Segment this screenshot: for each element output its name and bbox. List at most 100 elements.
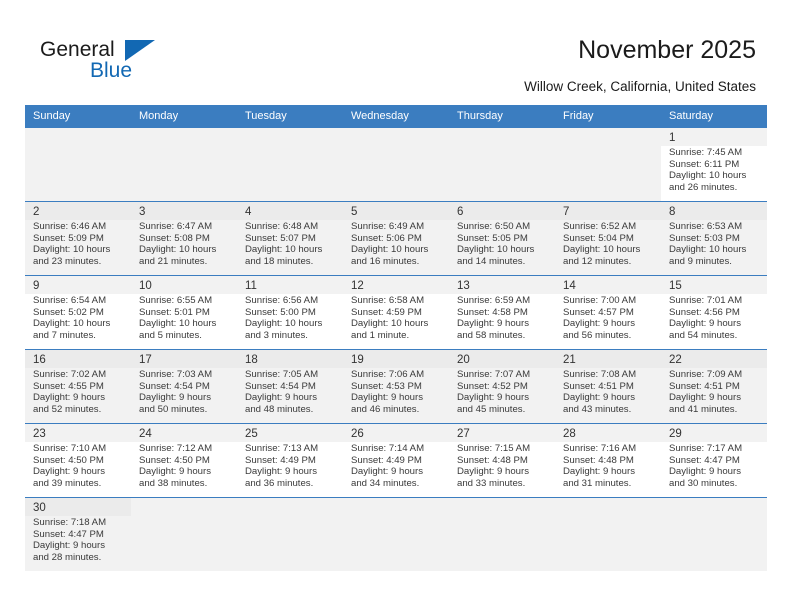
sunrise-text: Sunrise: 7:05 AM (245, 369, 319, 380)
day-cell-22[interactable]: 22 Sunrise: 7:09 AM Sunset: 4:51 PM Dayligh… (661, 350, 767, 423)
empty-day (131, 128, 237, 201)
day-number: 13 (449, 276, 555, 294)
page-header: General Blue November 2025 Willow Creek,… (0, 0, 792, 100)
day-cell-9[interactable]: 9 Sunrise: 6:54 AM Sunset: 5:02 PM Daylight… (25, 276, 131, 349)
day-cell-25[interactable]: 25 Sunrise: 7:13 AM Sunset: 4:49 PM Dayligh… (237, 424, 343, 497)
brand-logo[interactable]: General Blue (40, 38, 220, 86)
daylight-text-line1: Daylight: 9 hours (669, 318, 741, 330)
calendar-week-row: 30 Sunrise: 7:18 AM Sunset: 4:47 PM Dayligh… (25, 497, 767, 571)
day-cell-26[interactable]: 26 Sunrise: 7:14 AM Sunset: 4:49 PM Dayligh… (343, 424, 449, 497)
day-cell-17[interactable]: 17 Sunrise: 7:03 AM Sunset: 4:54 PM Dayligh… (131, 350, 237, 423)
day-number: 24 (131, 424, 237, 442)
daylight-text-line2: and 58 minutes. (457, 329, 526, 341)
daylight-text-line2: and 23 minutes. (33, 255, 102, 267)
calendar-day-cell: 25 Sunrise: 7:13 AM Sunset: 4:49 PM Dayligh… (237, 423, 343, 498)
calendar-day-cell: 19 Sunrise: 7:06 AM Sunset: 4:53 PM Dayligh… (343, 349, 449, 424)
calendar-cell-empty (343, 127, 449, 202)
sunset-text: Sunset: 4:50 PM (139, 454, 210, 466)
day-cell-14[interactable]: 14 Sunrise: 7:00 AM Sunset: 4:57 PM Dayligh… (555, 276, 661, 349)
daylight-text-line1: Daylight: 9 hours (33, 392, 105, 404)
sunrise-text: Sunrise: 7:09 AM (669, 369, 743, 380)
sunset-text: Sunset: 4:48 PM (457, 454, 528, 466)
day-cell-12[interactable]: 12 Sunrise: 6:58 AM Sunset: 4:59 PM Dayligh… (343, 276, 449, 349)
sunrise-text: Sunrise: 7:02 AM (33, 369, 107, 380)
calendar-cell-empty (343, 497, 449, 571)
day-cell-16[interactable]: 16 Sunrise: 7:02 AM Sunset: 4:55 PM Dayligh… (25, 350, 131, 423)
daylight-text-line2: and 46 minutes. (351, 403, 420, 415)
day-cell-7[interactable]: 7 Sunrise: 6:52 AM Sunset: 5:04 PM Daylight… (555, 202, 661, 275)
day-details: Sunrise: 6:58 AM Sunset: 4:59 PM Daylight:… (343, 294, 449, 341)
day-cell-1[interactable]: 1 Sunrise: 7:45 AM Sunset: 6:11 PM Daylight… (661, 128, 767, 201)
day-cell-11[interactable]: 11 Sunrise: 6:56 AM Sunset: 5:00 PM Dayligh… (237, 276, 343, 349)
sunset-text: Sunset: 4:56 PM (669, 306, 740, 318)
day-cell-3[interactable]: 3 Sunrise: 6:47 AM Sunset: 5:08 PM Daylight… (131, 202, 237, 275)
day-details: Sunrise: 7:01 AM Sunset: 4:56 PM Daylight:… (661, 294, 767, 341)
day-cell-4[interactable]: 4 Sunrise: 6:48 AM Sunset: 5:07 PM Daylight… (237, 202, 343, 275)
sunset-text: Sunset: 4:57 PM (563, 306, 634, 318)
day-cell-10[interactable]: 10 Sunrise: 6:55 AM Sunset: 5:01 PM Dayligh… (131, 276, 237, 349)
day-details: Sunrise: 7:12 AM Sunset: 4:50 PM Daylight:… (131, 442, 237, 489)
daylight-text-line1: Daylight: 10 hours (245, 318, 323, 330)
day-cell-28[interactable]: 28 Sunrise: 7:16 AM Sunset: 4:48 PM Dayligh… (555, 424, 661, 497)
calendar-cell-empty (449, 497, 555, 571)
day-cell-24[interactable]: 24 Sunrise: 7:12 AM Sunset: 4:50 PM Dayligh… (131, 424, 237, 497)
day-cell-6[interactable]: 6 Sunrise: 6:50 AM Sunset: 5:05 PM Daylight… (449, 202, 555, 275)
day-number: 30 (25, 498, 131, 516)
page-subtitle: Willow Creek, California, United States (524, 79, 756, 94)
daylight-text-line1: Daylight: 9 hours (563, 318, 635, 330)
day-details: Sunrise: 6:55 AM Sunset: 5:01 PM Daylight:… (131, 294, 237, 341)
day-cell-20[interactable]: 20 Sunrise: 7:07 AM Sunset: 4:52 PM Dayligh… (449, 350, 555, 423)
sunrise-text: Sunrise: 6:50 AM (457, 221, 531, 232)
day-number: 17 (131, 350, 237, 368)
sunrise-text: Sunrise: 6:58 AM (351, 295, 425, 306)
day-cell-27[interactable]: 27 Sunrise: 7:15 AM Sunset: 4:48 PM Dayligh… (449, 424, 555, 497)
sunset-text: Sunset: 4:59 PM (351, 306, 422, 318)
calendar-day-cell: 27 Sunrise: 7:15 AM Sunset: 4:48 PM Dayligh… (449, 423, 555, 498)
day-cell-18[interactable]: 18 Sunrise: 7:05 AM Sunset: 4:54 PM Dayligh… (237, 350, 343, 423)
day-details: Sunrise: 6:48 AM Sunset: 5:07 PM Daylight:… (237, 220, 343, 267)
sunset-text: Sunset: 4:50 PM (33, 454, 104, 466)
day-cell-5[interactable]: 5 Sunrise: 6:49 AM Sunset: 5:06 PM Daylight… (343, 202, 449, 275)
calendar-week-row: 9 Sunrise: 6:54 AM Sunset: 5:02 PM Daylight… (25, 275, 767, 350)
day-cell-2[interactable]: 2 Sunrise: 6:46 AM Sunset: 5:09 PM Daylight… (25, 202, 131, 275)
day-details: Sunrise: 7:17 AM Sunset: 4:47 PM Daylight:… (661, 442, 767, 489)
day-number: 5 (343, 202, 449, 220)
sunset-text: Sunset: 4:52 PM (457, 380, 528, 392)
calendar-cell-empty (661, 497, 767, 571)
day-cell-30[interactable]: 30 Sunrise: 7:18 AM Sunset: 4:47 PM Dayligh… (25, 498, 131, 571)
day-cell-23[interactable]: 23 Sunrise: 7:10 AM Sunset: 4:50 PM Dayligh… (25, 424, 131, 497)
calendar-day-cell: 2 Sunrise: 6:46 AM Sunset: 5:09 PM Daylight… (25, 201, 131, 276)
daylight-text-line1: Daylight: 9 hours (245, 392, 317, 404)
daylight-text-line2: and 38 minutes. (139, 477, 208, 489)
sunset-text: Sunset: 5:00 PM (245, 306, 316, 318)
day-cell-19[interactable]: 19 Sunrise: 7:06 AM Sunset: 4:53 PM Dayligh… (343, 350, 449, 423)
sunset-text: Sunset: 4:54 PM (245, 380, 316, 392)
daylight-text-line1: Daylight: 9 hours (33, 466, 105, 478)
sunrise-text: Sunrise: 7:10 AM (33, 443, 107, 454)
page-title: November 2025 (578, 36, 756, 64)
day-details: Sunrise: 6:49 AM Sunset: 5:06 PM Daylight:… (343, 220, 449, 267)
calendar-day-cell: 28 Sunrise: 7:16 AM Sunset: 4:48 PM Dayligh… (555, 423, 661, 498)
daylight-text-line1: Daylight: 9 hours (563, 466, 635, 478)
day-details: Sunrise: 7:16 AM Sunset: 4:48 PM Daylight:… (555, 442, 661, 489)
day-cell-15[interactable]: 15 Sunrise: 7:01 AM Sunset: 4:56 PM Dayligh… (661, 276, 767, 349)
day-details: Sunrise: 6:53 AM Sunset: 5:03 PM Daylight:… (661, 220, 767, 267)
sunset-text: Sunset: 4:47 PM (33, 528, 104, 540)
day-details: Sunrise: 7:07 AM Sunset: 4:52 PM Daylight:… (449, 368, 555, 415)
day-cell-13[interactable]: 13 Sunrise: 6:59 AM Sunset: 4:58 PM Dayligh… (449, 276, 555, 349)
daylight-text-line1: Daylight: 10 hours (33, 318, 111, 330)
day-cell-29[interactable]: 29 Sunrise: 7:17 AM Sunset: 4:47 PM Dayligh… (661, 424, 767, 497)
day-cell-21[interactable]: 21 Sunrise: 7:08 AM Sunset: 4:51 PM Dayligh… (555, 350, 661, 423)
sunset-text: Sunset: 5:09 PM (33, 232, 104, 244)
empty-day (661, 498, 767, 571)
day-cell-8[interactable]: 8 Sunrise: 6:53 AM Sunset: 5:03 PM Daylight… (661, 202, 767, 275)
daylight-text-line2: and 12 minutes. (563, 255, 632, 267)
sunrise-text: Sunrise: 7:13 AM (245, 443, 319, 454)
daylight-text-line1: Daylight: 10 hours (139, 318, 217, 330)
sunset-text: Sunset: 5:02 PM (33, 306, 104, 318)
day-number: 6 (449, 202, 555, 220)
daylight-text-line1: Daylight: 10 hours (351, 244, 429, 256)
day-number: 25 (237, 424, 343, 442)
sunset-text: Sunset: 5:06 PM (351, 232, 422, 244)
daylight-text-line1: Daylight: 9 hours (245, 466, 317, 478)
